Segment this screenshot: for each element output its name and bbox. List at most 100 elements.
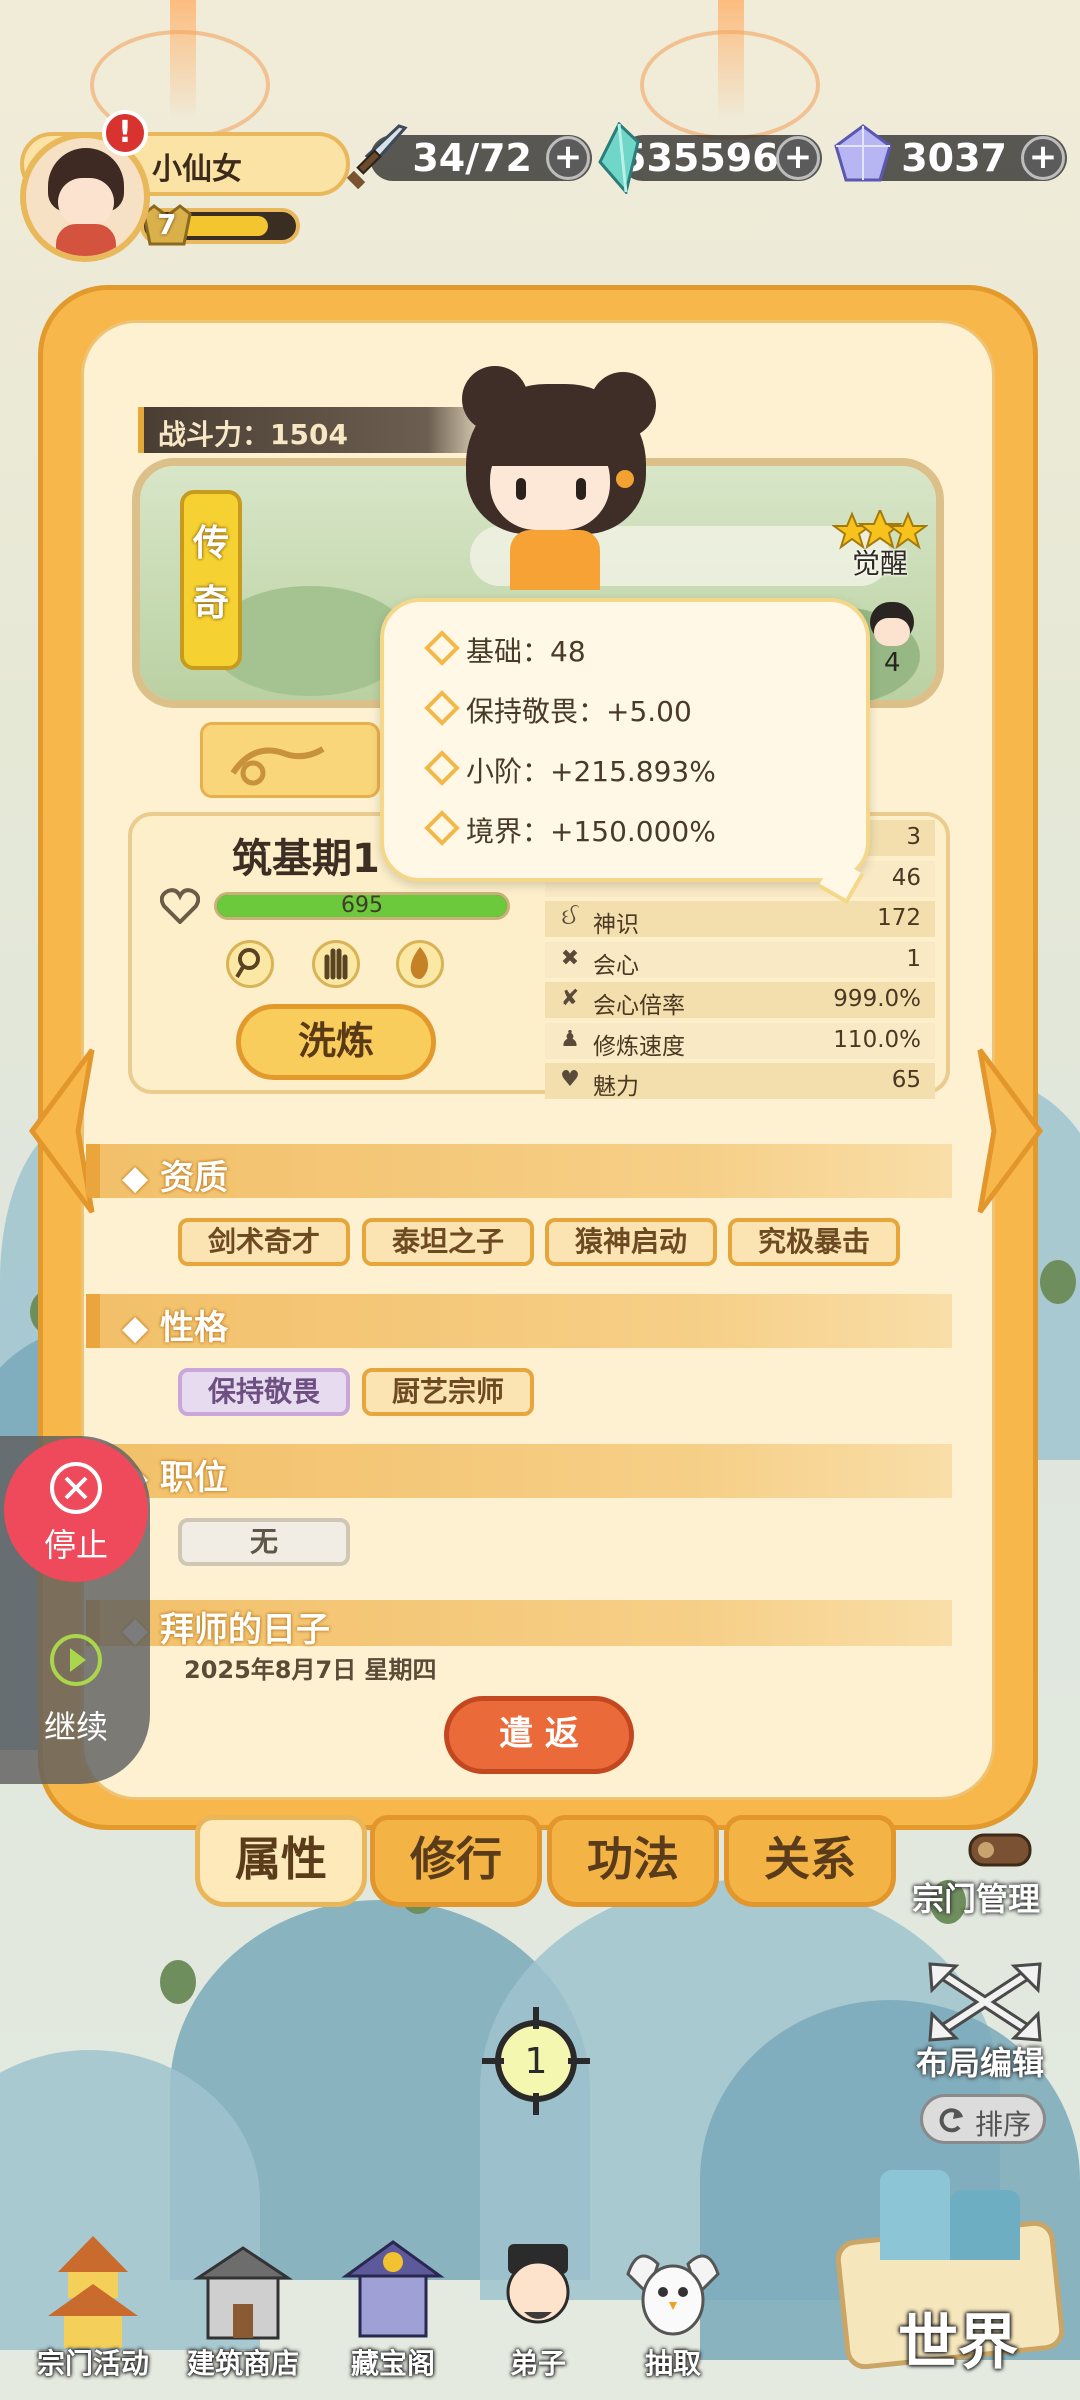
dock-building-shop[interactable]: 建筑商店 (168, 2232, 318, 2382)
tab-cultivation[interactable]: 修行 (370, 1815, 542, 1907)
tab-relations[interactable]: 关系 (724, 1815, 896, 1907)
section-position: ◆ 职位 (86, 1444, 952, 1498)
combat-power-text: 战斗力：1504 (158, 418, 348, 451)
layout-edit-label[interactable]: 布局编辑 (916, 2038, 1044, 2084)
add-gem-button[interactable]: + (1021, 136, 1065, 180)
personality-tag[interactable]: 厨艺宗师 (362, 1368, 534, 1416)
disciple-icon (506, 2244, 570, 2324)
rarity-char-2: 奇 (192, 583, 229, 624)
dock-sect-activity[interactable]: 宗门活动 (18, 2232, 168, 2382)
rarity-char-1: 传 (192, 523, 229, 564)
tooltip-line-text: 小阶：+215.893% (466, 755, 716, 788)
stat-row: ✘ 会心倍率 999.0% (545, 982, 935, 1019)
cultivate-icon: ♟ (560, 1026, 580, 1052)
tooltip-line: 小阶：+215.893% (424, 744, 844, 794)
building-icon (193, 2246, 293, 2340)
map-magic-circle (640, 30, 820, 140)
next-character-arrow[interactable] (970, 1046, 1050, 1216)
add-spirit-stone-button[interactable]: + (776, 136, 820, 180)
dock-disciples-label: 弟子 (509, 2347, 566, 2380)
alert-badge[interactable]: ! (102, 110, 148, 156)
character-chibi-portrait (430, 360, 680, 610)
dock-draw[interactable]: 抽取 (608, 2232, 738, 2382)
stat-value: 46 (891, 864, 921, 891)
sort-button[interactable]: 排序 (920, 2094, 1046, 2144)
dock-building-shop-label: 建筑商店 (186, 2347, 299, 2380)
scroll-ribbon (200, 722, 380, 798)
aptitude-tag[interactable]: 泰坦之子 (362, 1218, 534, 1266)
stat-row: ✖ 会心 1 (545, 941, 935, 979)
awaken-badge: 觉醒 (830, 507, 930, 580)
companion-number: 4 (884, 648, 901, 678)
continue-button[interactable]: 继续 (4, 1620, 148, 1760)
hp-bar: 695 (214, 892, 510, 920)
charm-icon: ♥ (560, 1067, 580, 1092)
close-circle-icon (50, 1462, 102, 1514)
dock-treasure-pavilion[interactable]: 藏宝阁 (318, 2232, 468, 2382)
stat-label: 神识 (593, 912, 639, 938)
diamond-icon (424, 750, 460, 786)
stat-value: 172 (877, 905, 921, 931)
add-stamina-button[interactable]: + (546, 136, 590, 180)
aptitude-tag[interactable]: 究极暴击 (728, 1218, 900, 1266)
companion-chibi: 4 (862, 602, 922, 682)
target-number: 1 (524, 2041, 548, 2082)
tooltip-line-text: 基础：48 (466, 635, 586, 668)
crystal-icon (596, 121, 642, 196)
stat-row: ♥ 魅力 65 (545, 1063, 935, 1100)
level-number: 7 (157, 208, 177, 241)
personality-tag[interactable]: 保持敬畏 (178, 1368, 350, 1416)
diamond-icon (424, 630, 460, 666)
tooltip-line: 境界：+150.000% (424, 804, 844, 854)
stop-button[interactable]: 停止 (4, 1438, 148, 1582)
awaken-label: 觉醒 (852, 547, 909, 580)
stat-label: 修炼速度 (593, 1033, 685, 1060)
tooltip-line: 保持敬畏：+5.00 (424, 684, 844, 734)
crit-rate-icon: ✘ (560, 986, 580, 1011)
gem-value: 3037 (901, 136, 1007, 180)
stat-value: 3 (906, 824, 921, 850)
gem-icon (830, 122, 896, 188)
flame-icon[interactable] (396, 940, 444, 988)
play-circle-icon (50, 1634, 102, 1686)
position-value: 无 (178, 1518, 350, 1566)
diamond-icon (424, 810, 460, 846)
player-name: 小仙女 (152, 152, 242, 187)
tooltip-line-text: 境界：+150.000% (466, 815, 716, 848)
hp-value: 695 (341, 893, 383, 918)
refine-button[interactable]: 洗炼 (236, 1004, 436, 1080)
stop-label: 停止 (43, 1526, 108, 1564)
tooltip-line-text: 保持敬畏：+5.00 (466, 695, 692, 728)
sect-manage-label[interactable]: 宗门管理 (912, 1874, 1040, 1920)
palm-icon[interactable] (312, 940, 360, 988)
magnifier-icon[interactable] (226, 940, 274, 988)
dock-disciples[interactable]: 弟子 (468, 2232, 608, 2382)
spirit-stone-value: 535596 (620, 136, 779, 180)
pagoda-icon (48, 2236, 138, 2348)
tab-attributes[interactable]: 属性 (195, 1815, 367, 1907)
spirit-stone-counter[interactable]: 535596 + (620, 135, 822, 181)
aptitude-tag[interactable]: 剑术奇才 (178, 1218, 350, 1266)
target-crosshair-icon[interactable]: 1 (480, 2005, 592, 2117)
world-map-button[interactable]: 世界 (830, 2150, 1070, 2378)
cultivation-realm: 筑基期1 (232, 836, 380, 882)
sort-label: 排序 (975, 2108, 1032, 2141)
aptitude-tag[interactable]: 猿神启动 (545, 1218, 717, 1266)
section-personality-title: ◆ 性格 (122, 1308, 228, 1348)
crit-icon: ✖ (560, 945, 580, 971)
layout-edit-icon[interactable] (922, 1960, 1048, 2044)
stat-row: ♟ 修炼速度 110.0% (545, 1022, 935, 1060)
heart-icon (159, 888, 201, 925)
continue-label: 继续 (43, 1708, 108, 1746)
stat-label: 会心 (593, 952, 639, 979)
spirit-icon: ઈ (561, 905, 579, 930)
stat-value: 65 (891, 1067, 921, 1093)
dismiss-button[interactable]: 遣 返 (444, 1696, 634, 1774)
tab-techniques[interactable]: 功法 (547, 1815, 719, 1907)
stat-row: ઈ 神识 172 (545, 901, 935, 938)
section-aptitude-title: ◆ 资质 (122, 1158, 228, 1198)
stat-value: 1 (906, 945, 921, 972)
tooltip-line: 基础：48 (424, 624, 844, 674)
stat-label: 魅力 (593, 1074, 639, 1100)
stat-value: 999.0% (833, 986, 921, 1012)
